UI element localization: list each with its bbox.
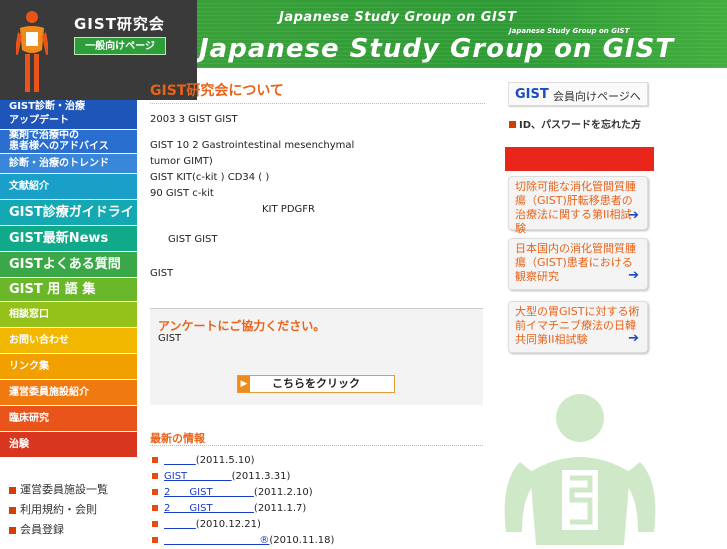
news-item: 2 GIST (2011.2.10) (152, 487, 482, 501)
news-item: ®(2010.11.18) (152, 535, 482, 549)
sidebar-sublink-label: 運営委員施設一覧 (20, 483, 108, 496)
sidebar-item[interactable]: 運営委員施設紹介 (0, 380, 137, 406)
public-page-button[interactable]: 一般向けページ (74, 37, 166, 55)
news-heading: 最新の情報 (150, 430, 483, 446)
bullet-icon (9, 486, 16, 494)
trial-card[interactable]: 切除可能な消化管間質腫瘍（GIST)肝転移患者の治療法に関する第II相試験 ➔ (508, 176, 648, 235)
news-item: GIST (2011.3.31) (152, 471, 482, 485)
news-item: 2 GIST (2011.1.7) (152, 503, 482, 517)
intro-text: 2003 3 GIST GIST (150, 114, 238, 125)
arrow-right-icon: ➔ (628, 208, 639, 223)
description-line-1: GIST 10 2 Gastrointestinal mesenchymal (150, 140, 355, 151)
right-red-bar (505, 147, 654, 171)
survey-title: アンケートにご協力ください。 (158, 319, 326, 333)
news-link[interactable]: ® (164, 535, 269, 546)
mascot-figure-icon (16, 11, 48, 92)
sidebar-sublink-label: 利用規約・会則 (20, 503, 97, 516)
bullet-icon (9, 526, 16, 534)
sidebar-sublink[interactable]: 会員登録 (0, 520, 137, 540)
news-item: (2010.12.21) (152, 519, 482, 533)
description-line-2: tumor GIMT) (150, 156, 213, 167)
survey-body: GIST (158, 333, 182, 344)
site-title: GIST研究会 (74, 15, 165, 33)
news-date: (2011.5.10) (195, 455, 255, 466)
description-line-6: GIST GIST (168, 234, 218, 245)
description-line-7: GIST (150, 268, 174, 279)
survey-click-label: こちらをクリック (272, 377, 360, 390)
sidebar-item[interactable]: 診断・治療のトレンド (0, 154, 137, 174)
gist-logo-icon: GIST (515, 87, 549, 102)
survey-box: アンケートにご協力ください。 GIST ▶ こちらをクリック (150, 308, 483, 405)
survey-click-button[interactable]: ▶ こちらをクリック (237, 375, 395, 393)
bullet-icon (152, 505, 158, 511)
news-date: (2011.2.10) (253, 487, 313, 498)
sidebar-item[interactable]: 治験 (0, 432, 137, 458)
news-link[interactable] (164, 519, 196, 530)
bullet-icon (152, 457, 158, 463)
trial-card[interactable]: 日本国内の消化管間質腫瘍（GIST)患者における観察研究 ➔ (508, 238, 648, 290)
bullet-icon (9, 506, 16, 514)
sidebar-item[interactable]: GIST 用 語 集 (0, 278, 137, 302)
sidebar-item[interactable]: GIST最新News (0, 226, 137, 252)
sidebar-item[interactable]: 臨床研究 (0, 406, 137, 432)
sidebar-item[interactable]: 文献紹介 (0, 174, 137, 200)
bullet-icon (152, 521, 158, 527)
sidebar-sublink-label: 会員登録 (20, 523, 64, 536)
news-link[interactable] (164, 455, 196, 466)
member-page-button[interactable]: GIST 会員向けページへ (508, 82, 648, 106)
member-page-label: 会員向けページへ (553, 90, 641, 103)
mascot-watermark-icon (504, 394, 656, 545)
sidebar-item[interactable]: GIST診断・治療 アップデート (0, 100, 137, 130)
sidebar-nav: GIST診断・治療 アップデート 薬剤で治療中の 患者様へのアドバイス 診断・治療の… (0, 100, 137, 540)
bullet-icon (509, 121, 516, 128)
sidebar-sublink[interactable]: 利用規約・会則 (0, 500, 137, 520)
header-banner: Japanese Study Group on GIST Japanese St… (197, 0, 727, 68)
page-title: GIST研究会について (150, 80, 485, 104)
news-date: (2011.3.31) (231, 471, 291, 482)
bullet-icon (152, 473, 158, 479)
bullet-icon (152, 537, 158, 543)
arrow-right-icon: ▶ (238, 376, 250, 392)
description-line-4: 90 GIST c-kit (150, 188, 214, 199)
news-link[interactable]: 2 GIST (164, 487, 254, 498)
news-date: (2010.11.18) (269, 535, 335, 546)
trial-card-text: 日本国内の消化管間質腫瘍（GIST)患者における観察研究 (515, 242, 636, 283)
arrow-right-icon: ➔ (628, 268, 639, 283)
arrow-right-icon: ➔ (628, 331, 639, 346)
sidebar-item[interactable]: 相談窓口 (0, 302, 137, 328)
forgot-password-label: ID、パスワードを忘れた方 (519, 120, 642, 131)
sidebar-sublink[interactable]: 運営委員施設一覧 (0, 480, 137, 500)
sidebar-item[interactable]: リンク集 (0, 354, 137, 380)
news-item: (2011.5.10) (152, 455, 482, 469)
sidebar-item[interactable]: GIST診療ガイドライン (0, 200, 137, 226)
banner-tagline: Japanese Study Group on GIST (279, 10, 517, 25)
sidebar-item[interactable]: お問い合わせ (0, 328, 137, 354)
sidebar-item[interactable]: 薬剤で治療中の 患者様へのアドバイス (0, 130, 137, 154)
news-link[interactable]: 2 GIST (164, 503, 254, 514)
news-date: (2011.1.7) (253, 503, 307, 514)
news-date: (2010.12.21) (195, 519, 261, 530)
trial-card[interactable]: 大型の胃GISTに対する術前イマチニブ療法の日韓共同第II相試験 ➔ (508, 301, 648, 353)
description-line-5: KIT PDGFR (262, 204, 315, 215)
trial-card-text: 大型の胃GISTに対する術前イマチニブ療法の日韓共同第II相試験 (515, 305, 640, 346)
forgot-password-link[interactable]: ID、パスワードを忘れた方 (509, 116, 641, 131)
news-link[interactable]: GIST (164, 471, 232, 482)
trial-card-text: 切除可能な消化管間質腫瘍（GIST)肝転移患者の治療法に関する第II相試験 (515, 180, 636, 235)
banner-title: Japanese Study Group on GIST (199, 34, 675, 64)
main-content: GIST研究会について 2003 3 GIST GIST GIST 10 2 G… (150, 80, 485, 282)
sidebar-item[interactable]: GISTよくある質問 (0, 252, 137, 278)
bullet-icon (152, 489, 158, 495)
description-line-3: GIST KIT(c-kit ) CD34 ( ) (150, 172, 270, 183)
